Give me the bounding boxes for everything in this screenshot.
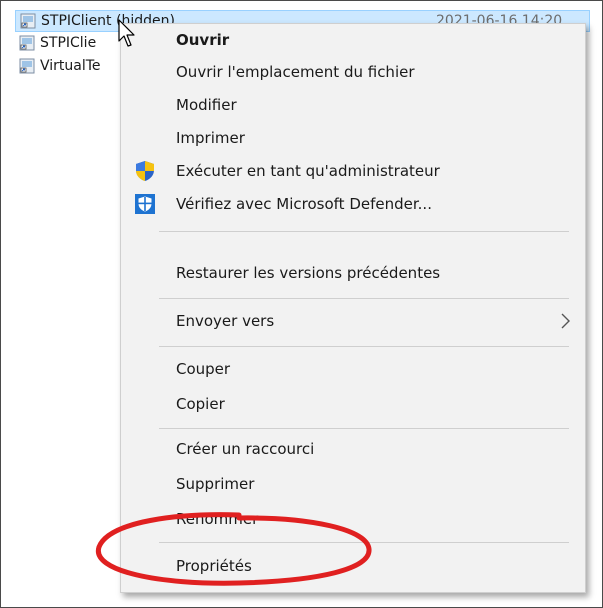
menu-item-open[interactable]: Ouvrir bbox=[121, 24, 585, 56]
shortcut-file-icon bbox=[19, 35, 35, 51]
uac-shield-icon bbox=[136, 161, 154, 181]
chevron-right-icon bbox=[561, 313, 570, 329]
menu-item-scan-defender[interactable]: Vérifiez avec Microsoft Defender... bbox=[121, 188, 585, 220]
menu-separator bbox=[159, 428, 569, 429]
menu-item-label: Modifier bbox=[176, 96, 237, 114]
menu-item-label: Couper bbox=[176, 360, 231, 378]
file-name: STPIClie bbox=[40, 35, 97, 51]
menu-item-run-as-admin[interactable]: Exécuter en tant qu'administrateur bbox=[121, 155, 585, 187]
context-menu: Ouvrir Ouvrir l'emplacement du fichier M… bbox=[120, 23, 586, 593]
menu-item-open-file-location[interactable]: Ouvrir l'emplacement du fichier bbox=[121, 56, 585, 88]
menu-item-properties[interactable]: Propriétés bbox=[121, 550, 585, 582]
explorer-window: STPIClient (hidden) 2021-06-16 14:20 STP… bbox=[0, 0, 603, 608]
menu-item-label: Restaurer les versions précédentes bbox=[176, 264, 441, 282]
menu-item-label: Propriétés bbox=[176, 557, 252, 575]
menu-item-label: Imprimer bbox=[176, 129, 245, 147]
menu-separator bbox=[159, 298, 569, 299]
file-row-virtualte[interactable]: VirtualTe bbox=[15, 55, 101, 77]
menu-item-label: Créer un raccourci bbox=[176, 440, 315, 458]
menu-separator bbox=[159, 231, 569, 232]
menu-item-edit[interactable]: Modifier bbox=[121, 89, 585, 121]
mouse-cursor-icon bbox=[118, 19, 135, 47]
shortcut-file-icon bbox=[19, 58, 35, 74]
file-name: VirtualTe bbox=[40, 58, 101, 74]
menu-item-label: Renommer bbox=[176, 510, 259, 528]
menu-item-cut[interactable]: Couper bbox=[121, 353, 585, 385]
menu-item-delete[interactable]: Supprimer bbox=[121, 468, 585, 500]
menu-item-label: Ouvrir l'emplacement du fichier bbox=[176, 63, 415, 81]
menu-item-create-shortcut[interactable]: Créer un raccourci bbox=[121, 433, 585, 465]
file-row-stpiclie[interactable]: STPIClie bbox=[15, 32, 96, 54]
menu-item-label: Envoyer vers bbox=[176, 312, 275, 330]
menu-separator bbox=[159, 542, 569, 543]
menu-item-restore-previous-versions[interactable]: Restaurer les versions précédentes bbox=[121, 257, 585, 289]
menu-item-label: Copier bbox=[176, 395, 225, 413]
shortcut-file-icon bbox=[20, 13, 36, 29]
menu-item-label: Supprimer bbox=[176, 475, 255, 493]
menu-item-rename[interactable]: Renommer bbox=[121, 503, 585, 535]
menu-item-label: Vérifiez avec Microsoft Defender... bbox=[176, 195, 432, 213]
menu-separator bbox=[159, 346, 569, 347]
menu-item-send-to[interactable]: Envoyer vers bbox=[121, 305, 585, 337]
menu-item-print[interactable]: Imprimer bbox=[121, 122, 585, 154]
menu-item-copy[interactable]: Copier bbox=[121, 388, 585, 420]
defender-icon bbox=[135, 194, 155, 214]
menu-item-label: Exécuter en tant qu'administrateur bbox=[176, 162, 440, 180]
menu-item-label: Ouvrir bbox=[176, 31, 230, 49]
